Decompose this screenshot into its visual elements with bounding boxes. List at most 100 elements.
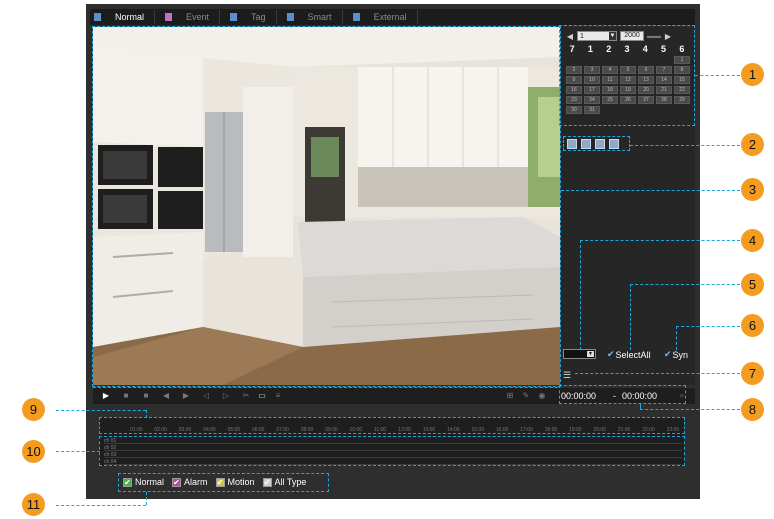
search-icon[interactable]: ⌕ bbox=[677, 391, 687, 400]
triangle-left-icon[interactable]: ◀ bbox=[566, 32, 574, 41]
hour-label: 13:00 bbox=[422, 427, 436, 433]
callout-7: 7 bbox=[741, 362, 764, 385]
calendar-day[interactable]: 28 bbox=[656, 96, 672, 104]
split-button-2[interactable] bbox=[581, 139, 591, 149]
zoom-icon[interactable]: ⊞ bbox=[505, 391, 515, 400]
legend-item[interactable]: ✔ All Type bbox=[262, 477, 306, 487]
calendar-day[interactable]: 6 bbox=[638, 66, 654, 74]
list-icon[interactable]: ☰ bbox=[563, 370, 571, 381]
hour-label: 21:00 bbox=[617, 427, 631, 433]
weekday-label: 2 bbox=[606, 44, 612, 54]
stop-icon[interactable]: ■ bbox=[141, 391, 151, 400]
callout-6: 6 bbox=[741, 314, 764, 337]
calendar-day bbox=[566, 56, 582, 64]
calendar-day[interactable]: 20 bbox=[638, 86, 654, 94]
tab-tag[interactable]: Tag bbox=[226, 10, 277, 24]
hour-label: 02:00 bbox=[154, 427, 167, 433]
calendar-day[interactable]: 12 bbox=[620, 76, 636, 84]
calendar-day[interactable]: 27 bbox=[638, 96, 654, 104]
month-value: 1 bbox=[580, 32, 584, 40]
legend-item[interactable]: ✔ Normal bbox=[123, 477, 164, 487]
split-button-1[interactable] bbox=[567, 139, 577, 149]
hour-label: 05:00 bbox=[227, 427, 241, 433]
calendar-day[interactable]: 15 bbox=[674, 76, 690, 84]
channel-track[interactable] bbox=[104, 438, 682, 444]
calendar-day[interactable]: 19 bbox=[620, 86, 636, 94]
clip-icon[interactable]: ✂ bbox=[241, 391, 251, 400]
split-button-4[interactable] bbox=[609, 139, 619, 149]
legend-item[interactable]: ✔ Motion bbox=[215, 477, 255, 487]
weekday-label: 3 bbox=[624, 44, 630, 54]
calendar-day[interactable]: 10 bbox=[584, 76, 600, 84]
fast-icon[interactable]: ▶ bbox=[181, 391, 191, 400]
hour-label: 12:00 bbox=[398, 427, 411, 433]
month-spinner[interactable]: ▬▬ bbox=[647, 33, 661, 40]
calendar-day[interactable]: 1 bbox=[674, 56, 690, 64]
calendar-day[interactable]: 22 bbox=[674, 86, 690, 94]
calendar-day[interactable]: 25 bbox=[602, 96, 618, 104]
calendar-day[interactable]: 17 bbox=[584, 86, 600, 94]
hour-label: 04:00 bbox=[203, 427, 216, 433]
step-back-icon[interactable]: ◁ bbox=[201, 391, 211, 400]
month-select[interactable]: 1 ▼ bbox=[577, 31, 617, 41]
check-icon: ✔ bbox=[123, 477, 132, 487]
tab-smart[interactable]: Smart bbox=[283, 10, 343, 24]
pause-icon[interactable]: ■ bbox=[121, 391, 131, 400]
external-mode-icon bbox=[352, 13, 360, 21]
step-forward-icon[interactable]: ▷ bbox=[221, 391, 231, 400]
volume-icon[interactable]: ≡ bbox=[273, 391, 283, 400]
tab-external[interactable]: External bbox=[349, 10, 418, 24]
tab-normal[interactable]: Normal bbox=[90, 10, 156, 24]
normal-mode-icon bbox=[94, 13, 101, 21]
calendar-grid: 1 2 3 4 5 6 7 8 9 10 11 12 13 14 15 16 17 18 19 20 21 22 23 24 2… bbox=[566, 56, 690, 114]
calendar-day[interactable]: 13 bbox=[638, 76, 654, 84]
select-all-checkbox[interactable]: ✔ SelectAll bbox=[607, 349, 651, 360]
calendar-day[interactable]: 30 bbox=[566, 106, 582, 114]
calendar-day[interactable]: 31 bbox=[584, 106, 600, 114]
channel-track[interactable] bbox=[104, 452, 682, 458]
calendar-day[interactable]: 8 bbox=[674, 66, 690, 74]
calendar-day[interactable]: 4 bbox=[602, 66, 618, 74]
play-icon[interactable]: ▶ bbox=[101, 391, 111, 400]
channel-select[interactable]: ▼ bbox=[563, 349, 596, 359]
tag-icon[interactable]: ✎ bbox=[521, 391, 531, 400]
calendar-day[interactable]: 21 bbox=[656, 86, 672, 94]
split-button-3[interactable] bbox=[595, 139, 605, 149]
calendar-day[interactable]: 2 bbox=[566, 66, 582, 74]
hour-label: 07:00 bbox=[276, 427, 289, 433]
calendar-day[interactable]: 18 bbox=[602, 86, 618, 94]
legend-label: Alarm bbox=[184, 477, 208, 487]
hour-label: 18:00 bbox=[544, 427, 558, 433]
start-time-field[interactable]: 00:00:00 bbox=[561, 390, 596, 402]
calendar-day[interactable]: 24 bbox=[584, 96, 600, 104]
lock-icon[interactable]: ◉ bbox=[537, 391, 547, 400]
slow-icon[interactable]: ◀ bbox=[161, 391, 171, 400]
smart-mode-icon bbox=[286, 13, 294, 21]
calendar-day[interactable]: 9 bbox=[566, 76, 582, 84]
triangle-right-icon[interactable]: ▶ bbox=[664, 32, 672, 41]
calendar-day[interactable]: 11 bbox=[602, 76, 618, 84]
hour-label: 01:00 bbox=[130, 427, 143, 433]
syn-checkbox[interactable]: ✔ Syn bbox=[664, 349, 688, 360]
calendar-day[interactable]: 29 bbox=[674, 96, 690, 104]
calendar-day[interactable]: 7 bbox=[656, 66, 672, 74]
calendar-day[interactable]: 16 bbox=[566, 86, 582, 94]
callout-4: 4 bbox=[741, 229, 764, 252]
hour-label: 06:00 bbox=[251, 427, 265, 433]
hour-label: 03:00 bbox=[178, 427, 192, 433]
calendar-day[interactable]: 26 bbox=[620, 96, 636, 104]
fullscreen-icon[interactable]: ▭ bbox=[257, 391, 267, 400]
callout-3: 3 bbox=[741, 178, 764, 201]
end-time-field[interactable]: 00:00:00 bbox=[622, 390, 657, 402]
playback-video[interactable] bbox=[93, 27, 560, 385]
channel-track[interactable] bbox=[104, 459, 682, 465]
year-input[interactable]: 2000 bbox=[620, 31, 644, 41]
tab-event[interactable]: Event bbox=[161, 10, 221, 24]
calendar-day[interactable]: 3 bbox=[584, 66, 600, 74]
calendar-day[interactable]: 5 bbox=[620, 66, 636, 74]
calendar-day[interactable]: 23 bbox=[566, 96, 582, 104]
hour-label: 22:00 bbox=[642, 427, 655, 433]
calendar-day[interactable]: 14 bbox=[656, 76, 672, 84]
legend-item[interactable]: ✔ Alarm bbox=[172, 477, 208, 487]
channel-track[interactable] bbox=[104, 445, 682, 451]
